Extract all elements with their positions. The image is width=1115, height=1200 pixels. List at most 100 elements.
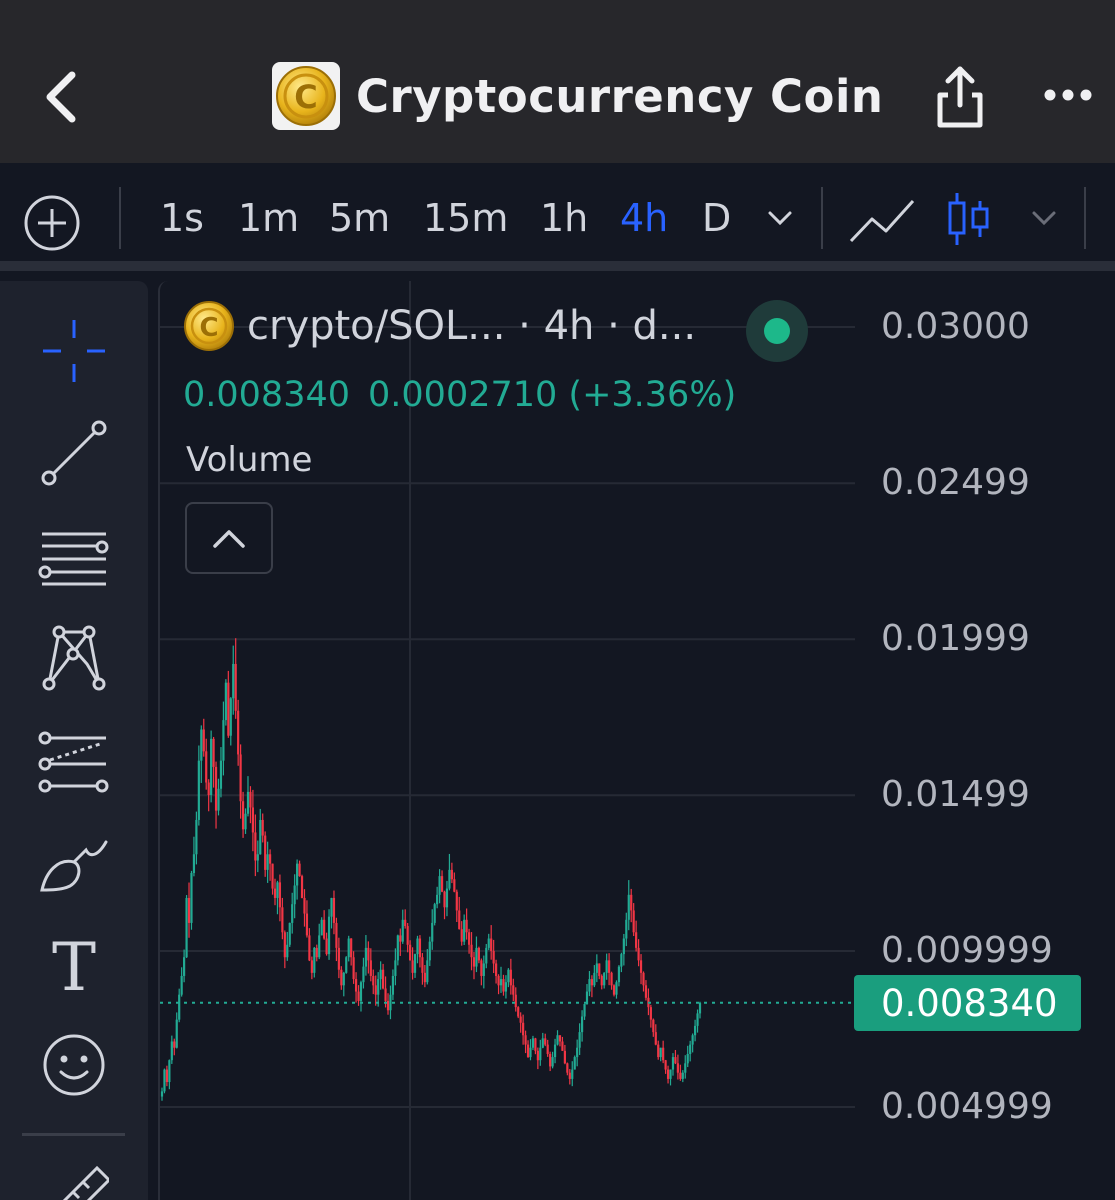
timeframe-1s[interactable]: 1s bbox=[160, 193, 204, 243]
candle bbox=[595, 954, 598, 983]
candle bbox=[568, 1068, 571, 1085]
candle bbox=[659, 1047, 662, 1062]
candle bbox=[556, 1030, 559, 1046]
candle bbox=[281, 897, 284, 940]
price-axis-label: 0.009999 bbox=[881, 930, 1053, 971]
timeframe-1m[interactable]: 1m bbox=[238, 193, 299, 243]
brush-tool[interactable] bbox=[32, 819, 116, 903]
candle bbox=[453, 872, 456, 893]
candle bbox=[664, 1059, 667, 1074]
price-axis-label: 0.03000 bbox=[881, 306, 1030, 347]
svg-text:T: T bbox=[52, 929, 96, 998]
candle bbox=[436, 886, 439, 909]
candle bbox=[551, 1051, 554, 1069]
chart-type-dropdown[interactable] bbox=[1028, 203, 1060, 237]
candle bbox=[617, 965, 621, 987]
candle bbox=[347, 935, 350, 962]
candle bbox=[374, 975, 377, 1006]
candle bbox=[519, 1012, 522, 1033]
parallel-channel-tool[interactable] bbox=[32, 513, 116, 597]
candle bbox=[492, 939, 495, 974]
timeframe-1h[interactable]: 1h bbox=[540, 193, 588, 243]
collapse-legend-button[interactable] bbox=[185, 502, 273, 574]
candle bbox=[315, 944, 318, 962]
candle bbox=[406, 923, 409, 953]
candle bbox=[563, 1044, 566, 1065]
candle bbox=[524, 1030, 527, 1054]
candles-chart-type-button[interactable] bbox=[945, 191, 993, 251]
candle bbox=[224, 679, 227, 726]
candle bbox=[512, 978, 515, 1002]
candle bbox=[526, 1040, 530, 1058]
candle bbox=[305, 900, 309, 938]
header-title-group: C Cryptocurrency Coin bbox=[272, 60, 883, 132]
sidebar-divider bbox=[22, 1133, 125, 1136]
chart-pane[interactable] bbox=[158, 281, 1115, 1200]
candle bbox=[160, 1087, 164, 1101]
share-button[interactable] bbox=[930, 58, 990, 133]
candle bbox=[553, 1038, 557, 1064]
timeframe-5m[interactable]: 5m bbox=[329, 193, 390, 243]
candle bbox=[413, 953, 417, 978]
candle bbox=[313, 946, 316, 978]
candle bbox=[195, 811, 198, 865]
candle bbox=[639, 954, 643, 985]
candle bbox=[327, 909, 331, 960]
emoji-tool[interactable] bbox=[32, 1023, 116, 1107]
timeframe-dropdown[interactable] bbox=[764, 203, 796, 237]
candle bbox=[470, 932, 473, 971]
legend-symbol: crypto/SOL... · 4h · d... bbox=[247, 303, 697, 349]
price-chart[interactable] bbox=[160, 281, 1115, 1200]
candle bbox=[475, 936, 478, 973]
candle bbox=[679, 1064, 682, 1081]
candle bbox=[440, 870, 444, 893]
candle bbox=[698, 1001, 702, 1019]
candle bbox=[222, 701, 225, 776]
candle bbox=[183, 949, 186, 983]
candle bbox=[239, 744, 242, 819]
candle bbox=[227, 670, 230, 738]
timeframe-15m[interactable]: 15m bbox=[423, 193, 508, 243]
candle bbox=[168, 1059, 171, 1090]
candle bbox=[632, 903, 635, 937]
timeframe-d[interactable]: D bbox=[702, 193, 731, 243]
trend-line-tool[interactable] bbox=[32, 411, 116, 495]
market-status-indicator[interactable] bbox=[746, 300, 808, 362]
legend-symbol-row[interactable]: C crypto/SOL... · 4h · d... bbox=[183, 300, 696, 352]
emoji-icon bbox=[43, 1034, 105, 1096]
candle bbox=[495, 959, 498, 984]
candle bbox=[364, 935, 367, 976]
pattern-tool[interactable] bbox=[32, 615, 116, 699]
crosshair-tool[interactable] bbox=[32, 309, 116, 393]
candle bbox=[517, 1006, 520, 1019]
candle bbox=[323, 910, 326, 940]
more-options-button[interactable] bbox=[1035, 75, 1101, 115]
candle bbox=[185, 895, 188, 958]
candle bbox=[212, 736, 215, 788]
candle bbox=[662, 1040, 665, 1064]
candle bbox=[200, 725, 203, 783]
candle bbox=[529, 1039, 532, 1061]
projection-tool[interactable] bbox=[32, 717, 116, 801]
timeframe-4h[interactable]: 4h bbox=[620, 193, 668, 243]
projection-icon bbox=[38, 731, 109, 793]
candle bbox=[681, 1070, 684, 1083]
candle bbox=[190, 870, 193, 930]
candle bbox=[693, 1019, 697, 1042]
candle bbox=[391, 969, 395, 1001]
back-button[interactable] bbox=[30, 62, 90, 132]
candle bbox=[644, 980, 648, 1001]
candle bbox=[460, 921, 463, 946]
candle bbox=[585, 984, 589, 1005]
legend-last-price: 0.008340 bbox=[183, 375, 351, 415]
add-symbol-button[interactable] bbox=[22, 193, 82, 253]
candle bbox=[163, 1068, 166, 1094]
candle bbox=[229, 697, 232, 746]
line-chart-type-button[interactable] bbox=[848, 191, 916, 251]
candle bbox=[608, 953, 611, 986]
ruler-tool[interactable] bbox=[32, 1149, 116, 1200]
candle bbox=[480, 958, 483, 986]
text-tool[interactable]: T bbox=[32, 921, 116, 1005]
candle bbox=[271, 863, 274, 895]
candle bbox=[298, 860, 301, 877]
